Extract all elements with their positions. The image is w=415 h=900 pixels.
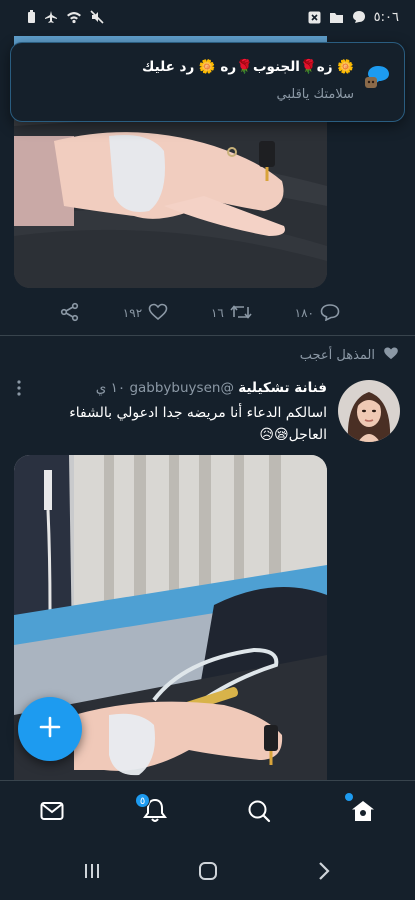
folder-icon [329, 11, 344, 24]
home-new-dot [345, 793, 353, 801]
clock: ٥:٠٦ [373, 9, 399, 25]
share-button[interactable] [60, 302, 80, 325]
status-bar: ٥:٠٦ [0, 0, 415, 34]
airplane-icon [44, 10, 58, 24]
tweet-header: فنانة تشكيلية @gabbybuysen ١٠ ي [96, 380, 327, 396]
heart-icon [148, 303, 168, 324]
more-options-icon[interactable] [16, 380, 22, 400]
search-icon [247, 799, 271, 827]
reply-notification-banner[interactable]: 🌼 زه🌹الجنوب🌹ره 🌼 رد عليك سلامتك ياقلبي [10, 42, 405, 122]
liked-by-header[interactable]: المذهل أعجب [300, 346, 399, 365]
nav-home[interactable] [345, 793, 381, 831]
notification-x-icon [308, 11, 321, 24]
plus-icon [38, 715, 62, 743]
battery-icon [26, 10, 36, 24]
bottom-nav: ٥ [0, 780, 415, 844]
top-tweet-actions: ١٩٢ ١٦ ١٨٠ [60, 300, 340, 326]
author-handle[interactable]: @gabbybuysen [129, 380, 233, 396]
retweet-button[interactable]: ١٦ [211, 303, 252, 324]
notifications-badge: ٥ [135, 793, 150, 808]
status-icons-right: ٥:٠٦ [308, 10, 399, 25]
nav-messages[interactable] [34, 795, 70, 831]
author-name[interactable]: فنانة تشكيلية [238, 380, 327, 396]
status-icons-left [26, 10, 104, 24]
nav-search[interactable] [241, 795, 277, 831]
back-button[interactable] [311, 860, 337, 886]
notification-title: 🌼 زه🌹الجنوب🌹ره 🌼 رد عليك [142, 59, 354, 75]
mute-icon [90, 10, 104, 24]
retweet-count: ١٦ [210, 306, 224, 320]
home-button-icon [198, 861, 218, 885]
reply-count: ١٨٠ [294, 306, 314, 320]
reply-bubble-icon [364, 65, 390, 93]
mail-icon [40, 801, 64, 825]
wifi-icon [66, 10, 82, 24]
tweet-time: ١٠ ي [95, 380, 126, 396]
notification-text: سلامتك ياقلبي [276, 87, 354, 102]
retweet-icon [230, 303, 252, 324]
back-icon [317, 861, 331, 885]
compose-tweet-button[interactable] [18, 697, 82, 761]
recent-apps-icon [82, 862, 102, 884]
reply-icon [320, 303, 340, 324]
like-count: ١٩٢ [122, 306, 143, 320]
reply-button[interactable]: ١٨٠ [295, 303, 340, 324]
tweet-text: اسالكم الدعاء أنا مريضه جدا ادعولي بالشف… [69, 405, 327, 443]
tweet-divider [0, 335, 415, 336]
home-button[interactable] [195, 860, 221, 886]
avatar[interactable] [338, 380, 400, 442]
share-icon [60, 302, 80, 325]
like-button[interactable]: ١٩٢ [123, 303, 168, 324]
recent-apps-button[interactable] [79, 860, 105, 886]
home-icon [351, 799, 375, 827]
liked-by-text: المذهل أعجب [299, 348, 375, 363]
message-icon [352, 10, 366, 24]
heart-filled-icon [383, 346, 399, 365]
nav-notifications[interactable]: ٥ [135, 793, 173, 831]
android-nav-bar [0, 844, 415, 900]
